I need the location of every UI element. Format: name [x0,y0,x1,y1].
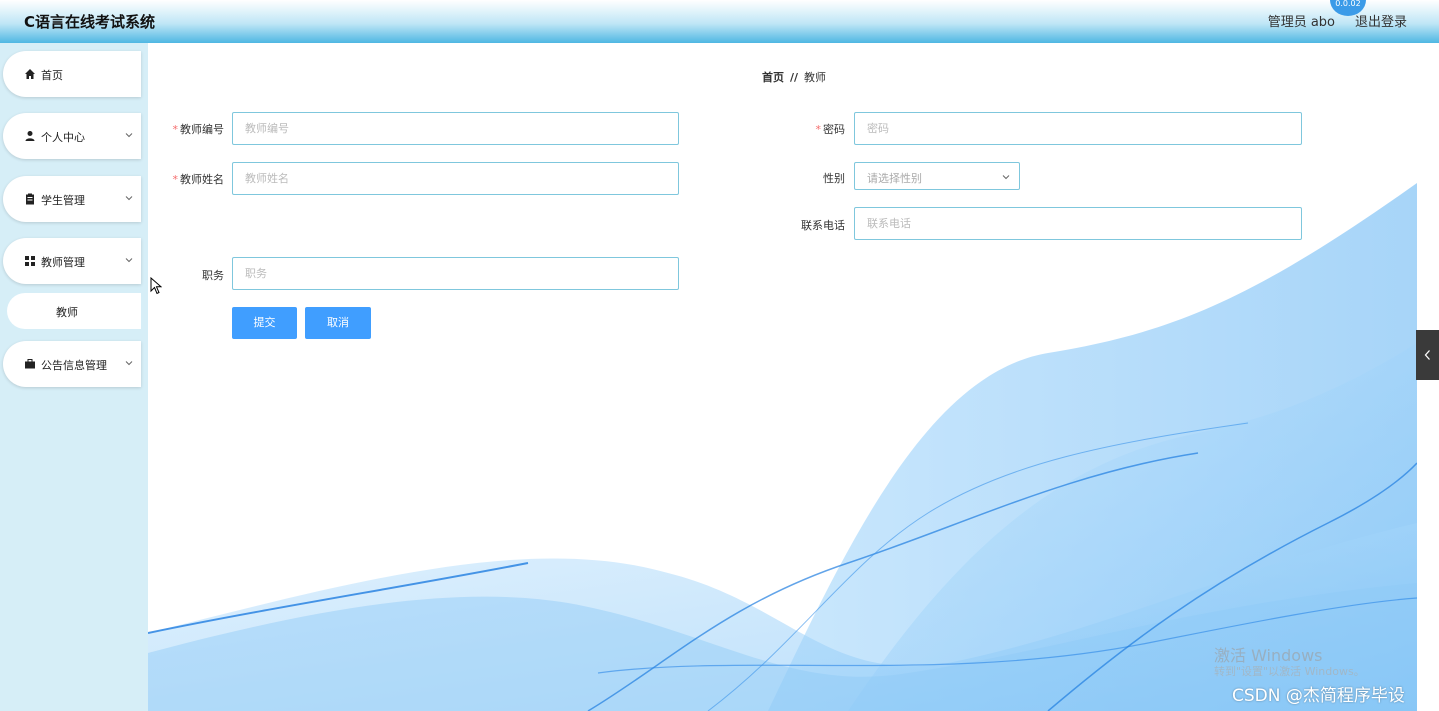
teacher-name-input[interactable] [232,162,679,195]
chevron-down-icon [125,133,133,138]
position-label: 职务 [202,269,224,282]
sidebar-item-label: 首页 [41,69,63,82]
chevron-down-icon [125,196,133,201]
csdn-watermark: CSDN @杰简程序毕设 [1232,686,1405,706]
phone-input[interactable] [854,207,1302,240]
submit-button[interactable]: 提交 [232,307,297,339]
password-label: * 密码 [815,123,846,136]
sidebar-item-teacher-management[interactable]: 教师管理 [3,238,141,284]
mouse-cursor-icon [150,277,162,295]
clipboard-icon [26,193,34,205]
breadcrumb-home[interactable]: 首页 [762,71,784,84]
required-mark: * [172,173,179,186]
password-input[interactable] [854,112,1302,145]
sidebar-item-notice-management[interactable]: 公告信息管理 [3,341,141,387]
chevron-down-icon [125,361,133,366]
sidebar-item-student-management[interactable]: 学生管理 [3,176,141,222]
sidebar-item-home[interactable]: 首页 [3,51,141,97]
sidebar-item-label: 个人中心 [41,131,85,144]
sidebar-subitem-teacher[interactable]: 教师 [7,293,141,329]
collapse-panel-tab[interactable] [1416,330,1439,380]
breadcrumb-current: 教师 [804,71,827,84]
sidebar-item-personal-center[interactable]: 个人中心 [3,113,141,159]
logout-link[interactable]: 退出登录 [1355,11,1407,30]
user-icon [25,131,35,141]
top-header: C语言在线考试系统 管理员 abo 0.0.02 退出登录 [0,0,1439,43]
app-title: C语言在线考试系统 [24,13,156,31]
required-mark: * [172,123,179,136]
chevron-down-icon [1002,175,1010,180]
gender-select[interactable]: 请选择性别 [854,162,1020,190]
chevron-down-icon [125,258,133,263]
grid-icon [25,256,35,266]
teacher-id-label: * 教师编号 [172,123,225,136]
sidebar-subitem-label: 教师 [56,306,78,319]
home-icon [25,69,35,79]
main-content: 首页//教师 *教师编号 *密码 *教师姓名 性别 请选择性别 联系电话 职务 … [148,43,1417,711]
gender-select-placeholder: 请选择性别 [867,172,922,185]
sidebar-item-label: 公告信息管理 [41,359,107,372]
sidebar-item-label: 教师管理 [41,256,85,269]
required-mark: * [815,123,822,136]
sidebar: 首页 个人中心 学生管理 教师管理 教师 公告信息管理 [0,43,148,711]
cancel-button[interactable]: 取消 [305,307,371,339]
gender-label: 性别 [823,172,845,185]
teacher-id-input[interactable] [232,112,679,145]
user-label: 管理员 abo [1267,15,1335,30]
breadcrumb: 首页 // 教师 [762,69,826,85]
briefcase-icon [25,359,35,369]
phone-label: 联系电话 [801,219,845,232]
breadcrumb-separator: // [790,71,799,84]
position-input[interactable] [232,257,679,290]
teacher-name-label: * 教师姓名 [172,173,225,186]
activate-windows-subtitle: 转到"设置"以激活 Windows。 [1214,665,1365,678]
sidebar-item-label: 学生管理 [41,194,85,207]
chevron-left-icon [1424,350,1430,360]
